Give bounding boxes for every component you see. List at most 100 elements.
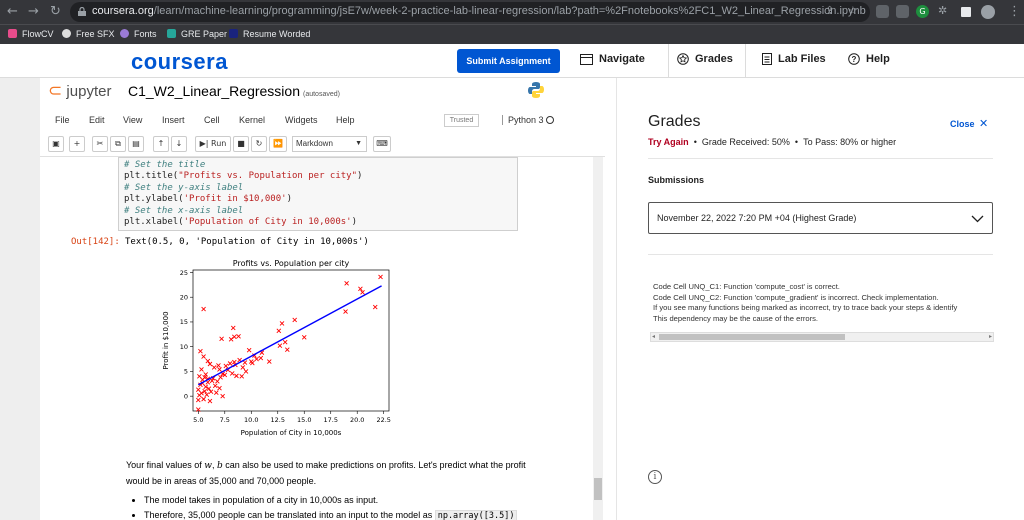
- profile-avatar[interactable]: [981, 5, 995, 19]
- inline-code: np.array([3.5]): [434, 510, 518, 520]
- data-point: [211, 365, 217, 370]
- bookmark-star-icon[interactable]: ☆: [848, 4, 858, 17]
- data-point: [258, 355, 264, 361]
- menu-kernel[interactable]: Kernel: [239, 115, 265, 125]
- close-icon: ✕: [979, 118, 989, 130]
- data-point: [292, 317, 298, 323]
- extension-icon[interactable]: [876, 5, 889, 18]
- add-cell-icon[interactable]: +: [69, 136, 85, 152]
- autosave-status: (autosaved): [303, 91, 340, 98]
- python-logo-icon: [528, 82, 544, 98]
- help-icon: ?: [848, 53, 860, 65]
- move-up-icon[interactable]: ↑: [153, 136, 169, 152]
- feedback-horizontal-scrollbar[interactable]: ◂ ▸: [650, 332, 994, 342]
- side-panel-icon[interactable]: [961, 7, 971, 17]
- chevron-down-icon: [971, 215, 984, 223]
- move-down-icon[interactable]: ↓: [171, 136, 187, 152]
- grades-tab[interactable]: Grades: [668, 44, 746, 78]
- browser-toolbar: ← → ↻ coursera.org/learn/machine-learnin…: [0, 0, 1024, 24]
- data-point: [195, 397, 201, 403]
- bookmark-free-sfx[interactable]: Free SFX: [62, 29, 115, 39]
- navigate-tab[interactable]: Navigate: [580, 53, 645, 65]
- svg-text:?: ?: [852, 55, 857, 64]
- url-host: coursera.org: [92, 5, 154, 17]
- x-tick-label: 15.0: [297, 416, 311, 424]
- chart-title: Profits vs. Population per city: [233, 259, 350, 268]
- data-point: [220, 393, 225, 399]
- paste-icon[interactable]: ▤: [128, 136, 144, 152]
- data-point: [234, 373, 239, 379]
- jupyter-logo[interactable]: ⊂ jupyter: [48, 81, 111, 101]
- forward-icon[interactable]: →: [28, 4, 39, 19]
- close-panel-button[interactable]: Close ✕: [950, 117, 988, 130]
- bookmark-fonts[interactable]: Fonts: [120, 29, 157, 39]
- restart-icon[interactable]: ↻: [251, 136, 267, 152]
- x-tick-label: 10.0: [244, 416, 258, 424]
- data-point: [197, 374, 202, 379]
- data-point: [204, 392, 210, 397]
- data-point: [236, 333, 241, 339]
- menu-file[interactable]: File: [55, 115, 70, 125]
- data-point: [344, 281, 349, 286]
- data-point: [248, 359, 254, 364]
- bookmark-resume-worded[interactable]: Resume Worded: [229, 29, 310, 39]
- menu-widgets[interactable]: Widgets: [285, 115, 318, 125]
- data-point: [201, 396, 206, 402]
- url-text: coursera.org/learn/machine-learning/prog…: [92, 5, 866, 17]
- reload-icon[interactable]: ↻: [50, 4, 61, 19]
- back-icon[interactable]: ←: [7, 4, 18, 19]
- scatter-chart: Profits vs. Population per city 5.0 7.5 10…: [162, 259, 391, 437]
- plot-frame: [192, 269, 390, 412]
- x-axis: 5.0 7.5 10.0 12.5 15.0 17.5 20.0 22.5: [193, 411, 391, 424]
- copy-icon[interactable]: ⧉: [110, 136, 126, 152]
- menu-edit[interactable]: Edit: [89, 115, 105, 125]
- scroll-left-icon[interactable]: ◂: [652, 333, 655, 340]
- bookmark-gre-paper[interactable]: GRE Paper: [167, 29, 227, 39]
- data-point: [216, 363, 221, 368]
- data-point: [195, 387, 201, 393]
- data-point: [215, 378, 220, 384]
- share-icon[interactable]: ⇪: [825, 4, 834, 17]
- menu-view[interactable]: View: [123, 115, 142, 125]
- data-point: [212, 383, 218, 389]
- menu-cell[interactable]: Cell: [204, 115, 220, 125]
- menu-help[interactable]: Help: [336, 115, 355, 125]
- trusted-badge[interactable]: Trusted: [444, 114, 479, 127]
- notebook-scrollbar-thumb[interactable]: [594, 478, 602, 500]
- submit-assignment-button[interactable]: Submit Assignment: [457, 49, 560, 73]
- cut-icon[interactable]: ✂: [92, 136, 108, 152]
- lab-files-tab[interactable]: Lab Files: [762, 53, 826, 65]
- run-button[interactable]: ▶| Run: [195, 136, 231, 152]
- y-axis: 0 5 10 15 20 25: [180, 269, 193, 400]
- extensions-puzzle-icon[interactable]: ✲: [938, 4, 947, 17]
- address-bar[interactable]: coursera.org/learn/machine-learning/prog…: [70, 2, 870, 22]
- help-tab[interactable]: ? Help: [848, 53, 890, 65]
- chevron-down-icon: ▼: [355, 140, 362, 147]
- data-point: [240, 365, 246, 370]
- navigate-icon: [580, 54, 593, 65]
- info-icon[interactable]: i: [648, 470, 662, 484]
- save-icon[interactable]: ▣: [48, 136, 64, 152]
- y-tick-label: 15: [180, 318, 188, 326]
- cell-type-select[interactable]: Markdown ▼: [292, 136, 367, 152]
- code-cell[interactable]: # Set the title plt.title("Profits vs. P…: [118, 157, 518, 231]
- feedback-scrollbar-thumb[interactable]: [659, 334, 845, 340]
- submission-select[interactable]: November 22, 2022 7:20 PM +04 (Highest G…: [648, 202, 993, 234]
- restart-run-all-icon[interactable]: ⏩: [269, 136, 287, 152]
- keyboard-icon[interactable]: ⌨: [373, 136, 391, 152]
- menu-insert[interactable]: Insert: [162, 115, 185, 125]
- notebook-scrollbar[interactable]: [593, 157, 603, 520]
- try-again-link[interactable]: Try Again: [648, 137, 689, 147]
- grammarly-icon[interactable]: G: [916, 5, 929, 18]
- notebook-title[interactable]: C1_W2_Linear_Regression (autosaved): [128, 83, 340, 99]
- coursera-logo[interactable]: coursera: [131, 49, 228, 75]
- file-icon: [762, 53, 772, 65]
- coursera-header: coursera Submit Assignment Navigate Grad…: [0, 44, 1024, 78]
- more-vert-icon[interactable]: ⋮: [1008, 4, 1021, 19]
- bookmark-flowcv[interactable]: FlowCV: [8, 29, 54, 39]
- data-point: [197, 392, 202, 398]
- interrupt-icon[interactable]: ■: [233, 136, 249, 152]
- extension-icon[interactable]: [896, 5, 909, 18]
- scroll-right-icon[interactable]: ▸: [989, 333, 992, 340]
- data-point: [201, 306, 206, 312]
